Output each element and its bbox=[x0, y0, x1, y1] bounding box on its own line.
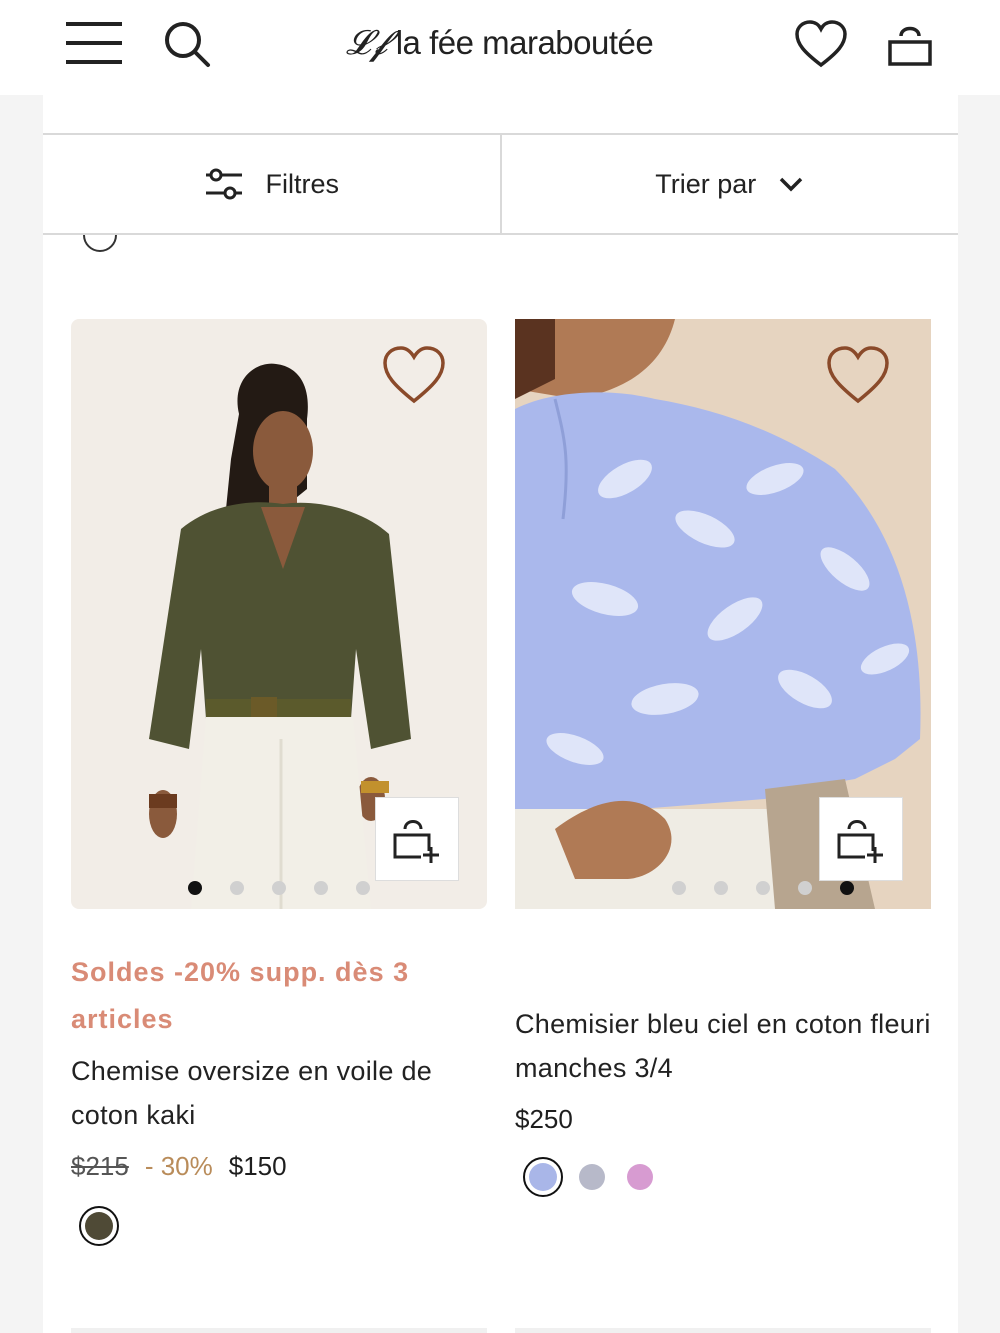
carousel-dots bbox=[555, 881, 931, 895]
brand-logo[interactable]: 𝓛𝓯 la fée maraboutée bbox=[346, 18, 654, 68]
sort-label: Trier par bbox=[655, 168, 757, 199]
carousel-dot[interactable] bbox=[356, 881, 370, 895]
sale-price: $150 bbox=[228, 1151, 287, 1181]
carousel-dot[interactable] bbox=[714, 881, 728, 895]
bag-plus-icon bbox=[393, 820, 439, 863]
favorite-heart-icon[interactable] bbox=[825, 345, 891, 405]
carousel-dot[interactable] bbox=[314, 881, 328, 895]
product-card[interactable]: Chemisier bleu ciel en coton fleuri manc… bbox=[515, 319, 931, 1197]
next-card-edge bbox=[71, 1328, 487, 1333]
product-image[interactable] bbox=[515, 319, 931, 909]
color-swatch[interactable] bbox=[579, 1164, 605, 1190]
add-to-cart-button[interactable] bbox=[819, 797, 903, 881]
bag-icon[interactable] bbox=[886, 20, 934, 68]
carousel-dot[interactable] bbox=[840, 881, 854, 895]
carousel-dot[interactable] bbox=[672, 881, 686, 895]
promo-label: Soldes -20% supp. dès 3 articles bbox=[71, 957, 410, 1034]
product-card[interactable]: Soldes -20% supp. dès 3 articles Chemise… bbox=[71, 319, 487, 1246]
carousel-dot[interactable] bbox=[756, 881, 770, 895]
carousel-dots bbox=[71, 881, 487, 895]
price: $250 bbox=[515, 1104, 573, 1134]
add-to-cart-button[interactable] bbox=[375, 797, 459, 881]
sliders-icon bbox=[205, 168, 242, 200]
product-name[interactable]: Chemisier bleu ciel en coton fleuri manc… bbox=[515, 1002, 931, 1090]
price-row: $215 - 30% $150 bbox=[71, 1151, 487, 1182]
carousel-dot[interactable] bbox=[272, 881, 286, 895]
promo-label bbox=[515, 949, 931, 996]
header: 𝓛𝓯 la fée maraboutée bbox=[0, 0, 1000, 95]
color-swatches bbox=[71, 1206, 487, 1246]
filters-button[interactable]: Filtres bbox=[43, 135, 500, 233]
carousel-dot[interactable] bbox=[188, 881, 202, 895]
chevron-down-icon bbox=[780, 177, 803, 192]
original-price: $215 bbox=[71, 1151, 129, 1181]
product-name[interactable]: Chemise oversize en voile de coton kaki bbox=[71, 1049, 487, 1137]
filters-label: Filtres bbox=[265, 168, 340, 199]
sort-dropdown[interactable]: Trier par bbox=[499, 135, 959, 233]
product-image[interactable] bbox=[71, 319, 487, 909]
heart-icon[interactable] bbox=[794, 19, 848, 69]
color-swatch[interactable] bbox=[523, 1157, 563, 1197]
next-card-edge bbox=[515, 1328, 931, 1333]
menu-icon[interactable] bbox=[66, 22, 124, 66]
favorite-heart-icon[interactable] bbox=[381, 345, 447, 405]
search-icon[interactable] bbox=[163, 20, 211, 68]
filter-sort-bar: Filtres Trier par bbox=[43, 135, 958, 235]
price-row: $250 bbox=[515, 1104, 931, 1135]
carousel-dot[interactable] bbox=[230, 881, 244, 895]
color-swatch[interactable] bbox=[79, 1206, 119, 1246]
color-swatches bbox=[515, 1157, 931, 1197]
logo-text: la fée maraboutée bbox=[395, 24, 654, 61]
logo-mark: 𝓛𝓯 bbox=[346, 23, 388, 63]
discount-badge: - 30% bbox=[144, 1151, 213, 1181]
bag-plus-icon bbox=[837, 820, 883, 863]
carousel-dot[interactable] bbox=[798, 881, 812, 895]
color-swatch[interactable] bbox=[627, 1164, 653, 1190]
